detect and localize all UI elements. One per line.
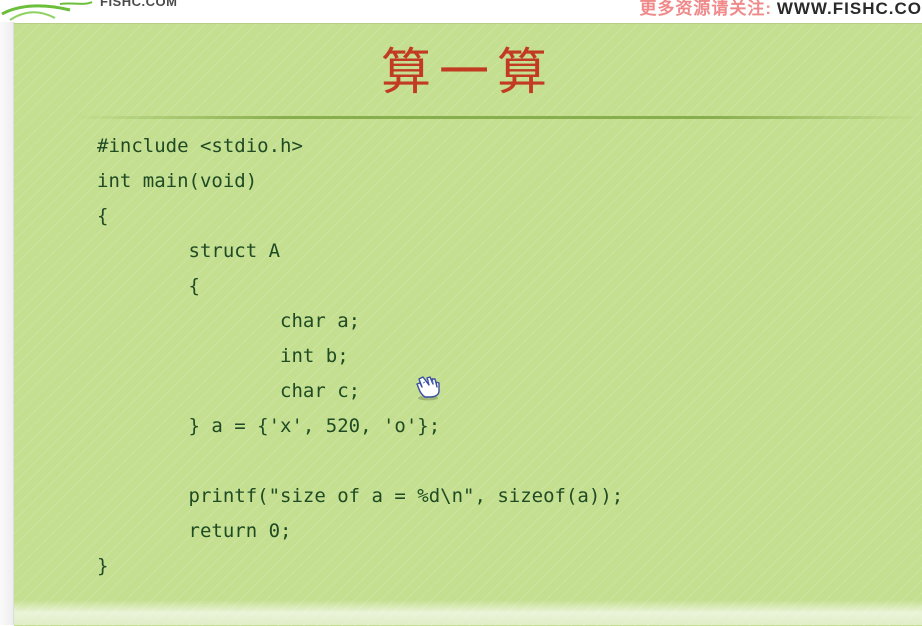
- code-line: int b;: [97, 345, 349, 367]
- promo-label: 更多资源请关注:: [639, 0, 773, 18]
- site-logo[interactable]: FISHC.COM: [0, 0, 260, 22]
- code-line: }: [97, 555, 109, 577]
- code-line: #include <stdio.h>: [97, 135, 303, 157]
- logo-text: FISHC.COM: [100, 0, 178, 9]
- left-scroll-strip: [0, 22, 14, 625]
- code-line: int main(void): [97, 170, 258, 192]
- fish-logo-icon: [1, 1, 93, 21]
- code-line: char a;: [97, 310, 361, 332]
- promo-url[interactable]: WWW.FISHC.CO: [777, 0, 922, 18]
- code-line: {: [97, 205, 109, 227]
- code-line: struct A: [97, 240, 281, 262]
- hand-pointer-icon: [413, 373, 443, 401]
- code-line: return 0;: [97, 520, 292, 542]
- code-line: printf("size of a = %d\n", sizeof(a));: [97, 485, 624, 507]
- code-line: {: [97, 275, 200, 297]
- slide-panel: 算一算 #include <stdio.h> int main(void) { …: [14, 23, 922, 626]
- slide-title: 算一算: [381, 43, 555, 101]
- bottom-shadow: [14, 600, 922, 625]
- code-line: } a = {'x', 520, 'o'};: [97, 415, 441, 437]
- title-divider: [76, 116, 922, 119]
- header-bar: FISHC.COM 更多资源请关注: WWW.FISHC.CO: [0, 0, 922, 22]
- promo-banner[interactable]: 更多资源请关注: WWW.FISHC.CO: [639, 0, 922, 19]
- code-block: #include <stdio.h> int main(void) { stru…: [97, 129, 897, 584]
- code-line: char c;: [97, 380, 361, 402]
